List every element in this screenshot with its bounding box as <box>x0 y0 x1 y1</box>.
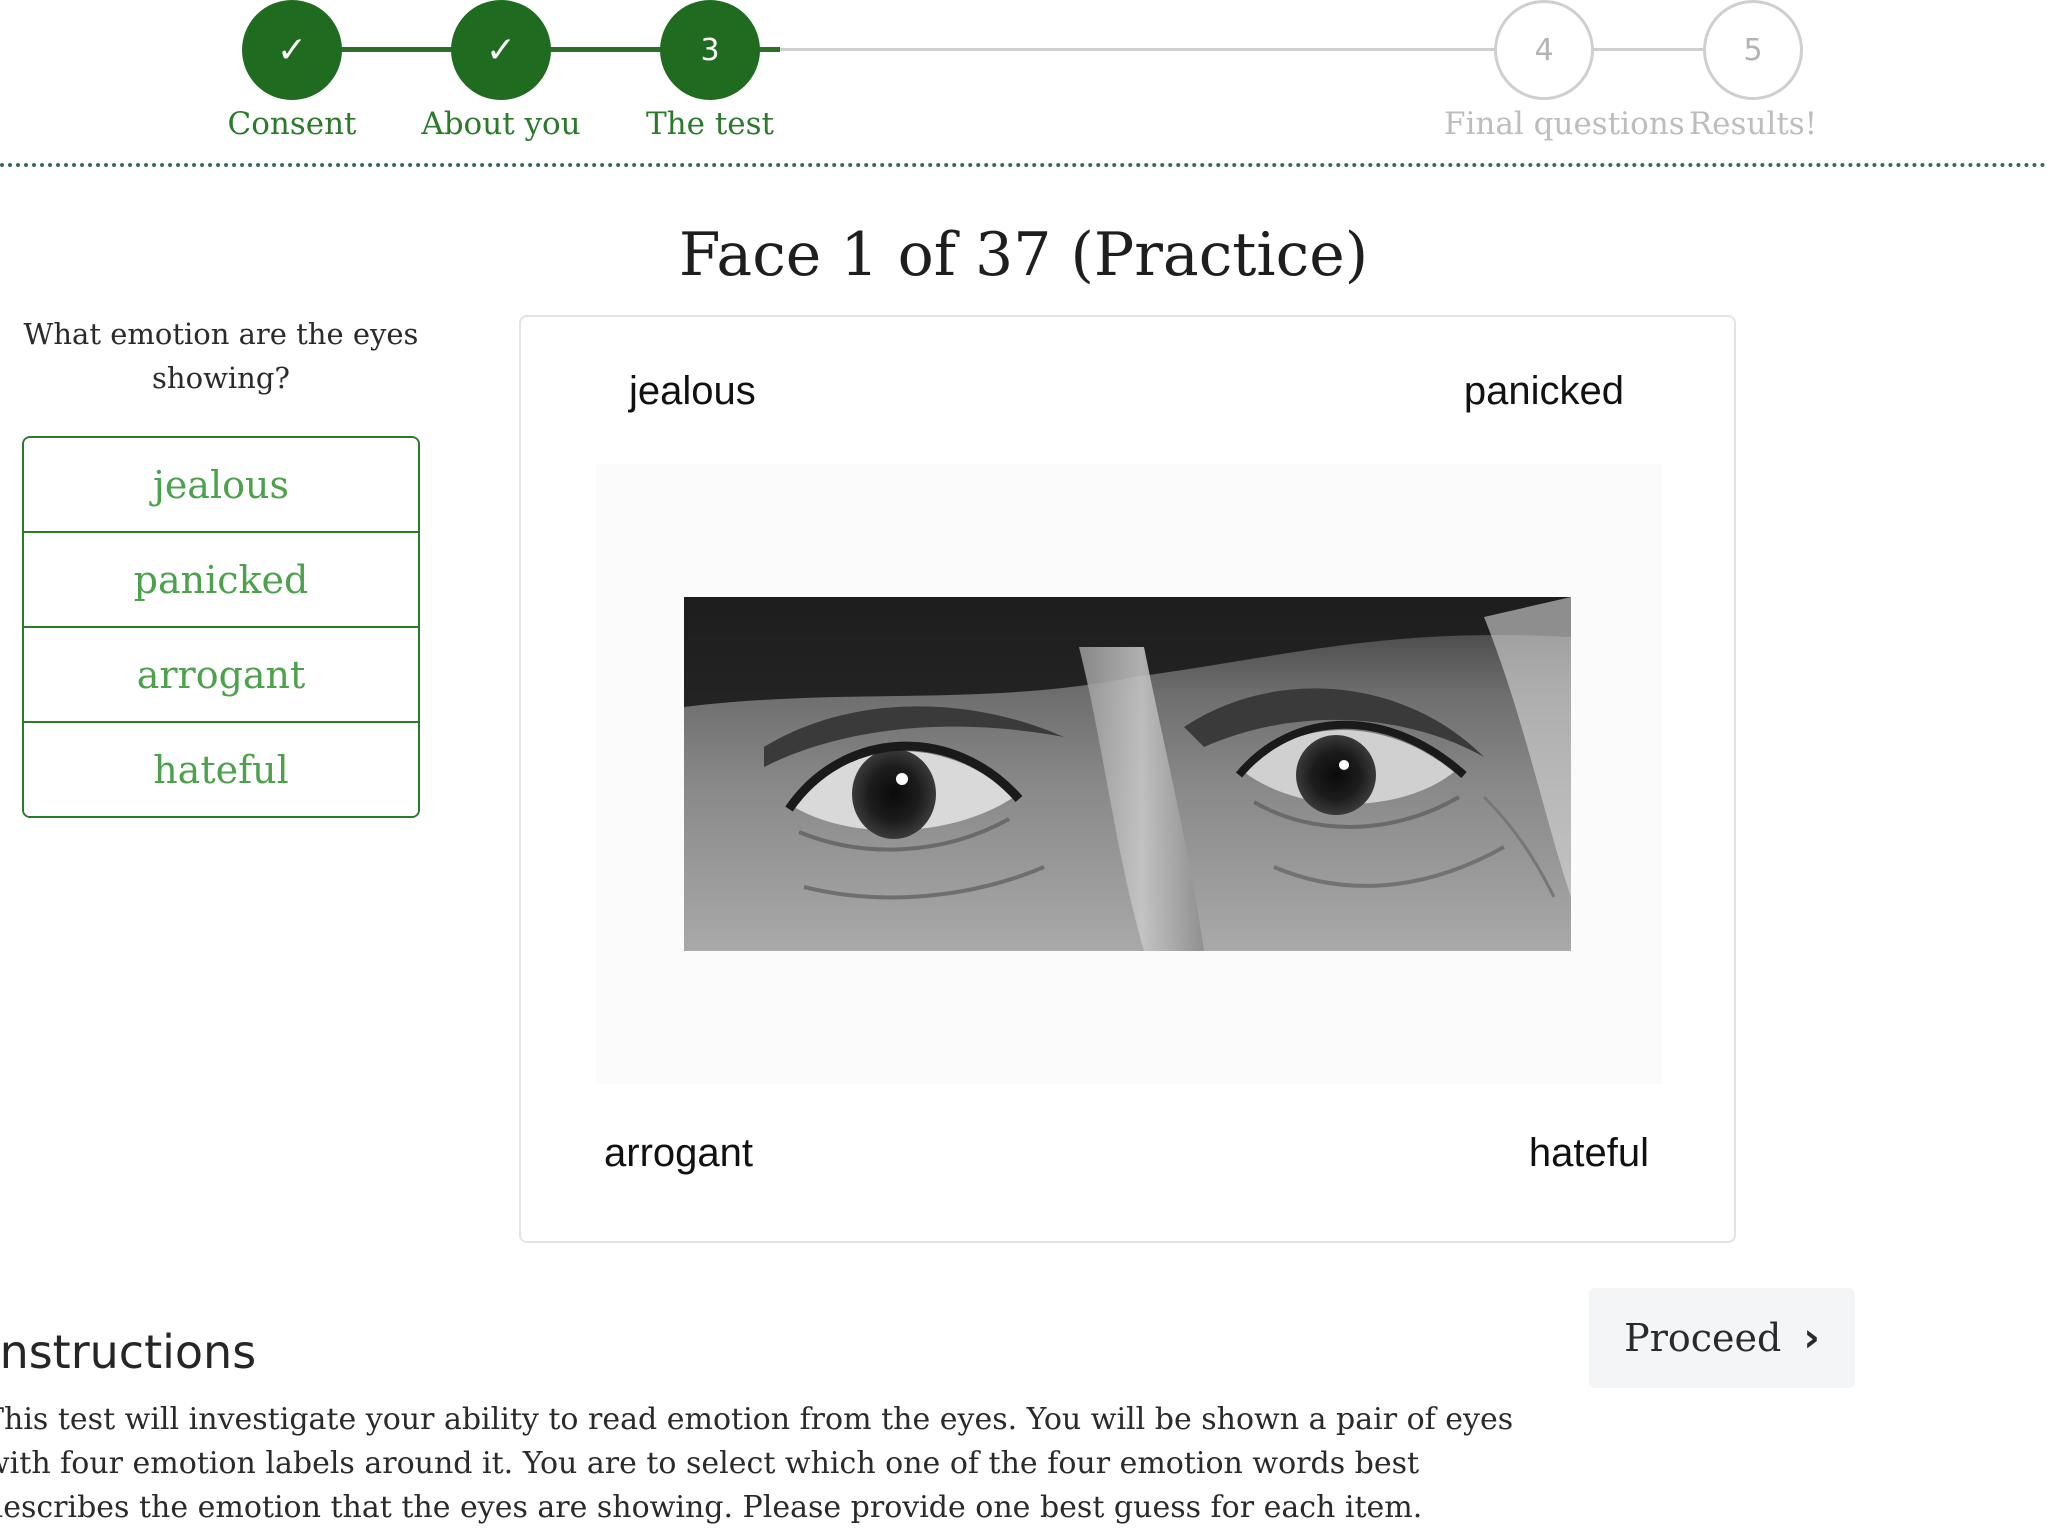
step-results: 5 Results! <box>1653 0 1853 142</box>
stimulus-card: jealous panicked arrogant hateful <box>519 315 1736 1243</box>
step-about-you: ✓ About you <box>401 0 601 142</box>
step-the-test: 3 The test <box>610 0 810 142</box>
step-number: 5 <box>1703 0 1803 100</box>
option-jealous[interactable]: jealous <box>24 438 418 533</box>
stimulus-label-top-right: panicked <box>1463 369 1624 413</box>
step-label: Consent <box>227 106 357 142</box>
page-title: Face 1 of 37 (Practice) <box>678 220 1369 290</box>
stimulus-label-bottom-left: arrogant <box>604 1131 753 1175</box>
instructions-heading: Instructions <box>0 1325 257 1379</box>
question-prompt: What emotion are the eyes showing? <box>23 317 419 395</box>
step-label: About you <box>421 106 581 142</box>
option-hateful[interactable]: hateful <box>24 723 418 816</box>
chevron-right-icon: › <box>1803 1315 1820 1361</box>
step-consent: ✓ Consent <box>192 0 392 142</box>
step-check-icon: ✓ <box>242 0 342 100</box>
option-panicked[interactable]: panicked <box>24 533 418 628</box>
instructions-text: This test will investigate your ability … <box>0 1402 1514 1525</box>
proceed-label: Proceed <box>1624 1316 1782 1360</box>
stimulus-label-bottom-right: hateful <box>1528 1131 1649 1175</box>
progress-stepper: ✓ Consent ✓ About you 3 The test 4 Final… <box>0 0 2047 168</box>
step-final-questions: 4 Final questions <box>1444 0 1685 142</box>
stimulus-label-top-left: jealous <box>629 369 756 413</box>
option-arrogant[interactable]: arrogant <box>24 628 418 723</box>
step-number: 3 <box>660 0 760 100</box>
eyes-photo <box>684 597 1571 951</box>
step-label: Results! <box>1688 106 1818 142</box>
step-label: The test <box>645 106 774 142</box>
header-divider <box>0 163 2047 167</box>
step-number: 4 <box>1494 0 1594 100</box>
step-label: Final questions <box>1444 106 1685 142</box>
answer-options: jealous panicked arrogant hateful <box>22 436 420 818</box>
proceed-button[interactable]: Proceed › <box>1589 1288 1855 1388</box>
step-check-icon: ✓ <box>451 0 551 100</box>
